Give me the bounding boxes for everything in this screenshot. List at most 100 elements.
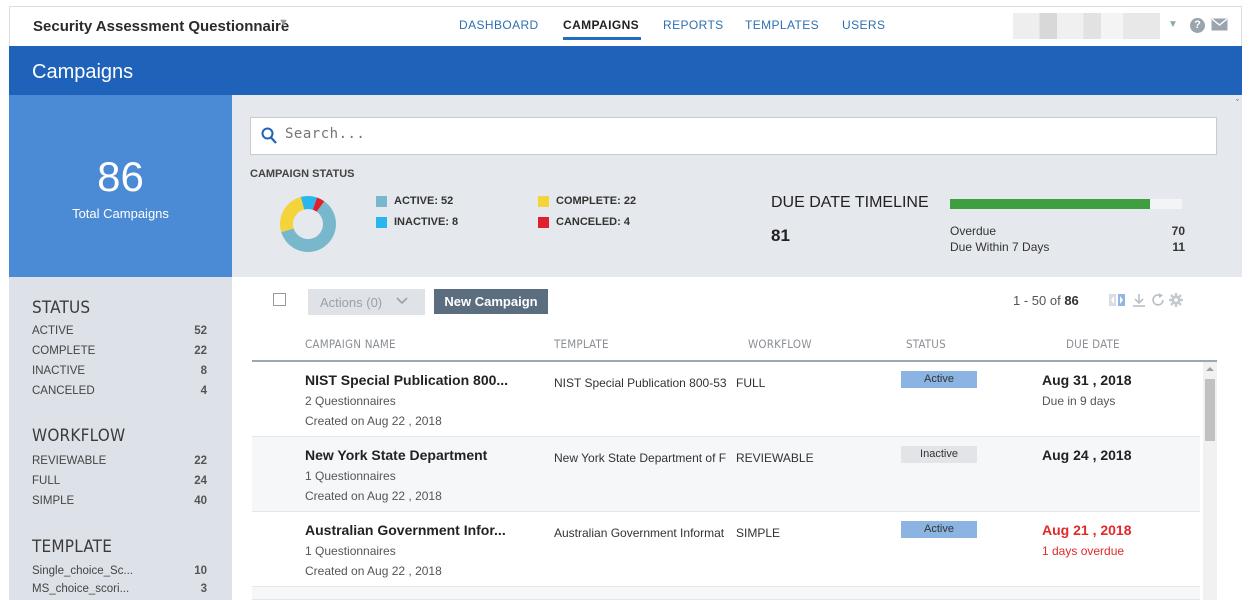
app-switcher-caret-icon[interactable]: ▼ [278,17,289,29]
legend-label: COMPLETE: 22 [556,195,637,207]
app-title[interactable]: Security Assessment Questionnaire [33,18,289,35]
facet-label: FULL [32,475,61,487]
settings-icon[interactable] [1168,292,1184,308]
page-scroll-caret-icon[interactable]: ˇ [1236,98,1239,108]
scrollbar-thumb[interactable] [1205,379,1215,441]
col-header-template[interactable]: TEMPLATE [554,337,609,351]
due7-row: Due Within 7 Days 11 [950,240,1185,254]
facet-item-reviewable[interactable]: REVIEWABLE 22 [32,455,207,467]
workflow-cell: REVIEWABLE [736,451,814,465]
campaign-status-donut [280,196,336,252]
user-menu[interactable] [1013,13,1160,39]
due-date-progress [950,199,1182,209]
facet-count: 3 [200,583,207,595]
search-icon [261,127,277,144]
facet-title-template: TEMPLATE [32,537,113,557]
facet-label: ACTIVE [32,325,74,337]
table-row[interactable]: New York State Department 1 Questionnair… [252,437,1200,512]
pagination-info: 1 - 50 of 86 [1013,293,1079,308]
facet-item-complete[interactable]: COMPLETE 22 [32,345,207,357]
nav-users[interactable]: USERS [842,18,885,32]
nav-reports[interactable]: REPORTS [663,18,724,32]
facet-item-template[interactable]: MS_choice_scori... 3 [32,583,207,595]
chevron-down-icon [396,297,408,305]
workflow-cell: SIMPLE [736,526,781,540]
campaign-name[interactable]: New York State Department [305,447,487,463]
template-cell: NIST Special Publication 800-53 [554,376,727,390]
created-date: Created on Aug 22 , 2018 [305,489,442,503]
status-badge: Inactive [901,446,977,463]
facet-item-template[interactable]: Single_choice_Sc... 10 [32,565,207,577]
col-header-campaign-name[interactable]: CAMPAIGN NAME [305,337,396,351]
refresh-icon[interactable] [1150,292,1166,308]
table-row[interactable] [252,587,1200,600]
campaign-name[interactable]: NIST Special Publication 800... [305,372,508,388]
facet-label: MS_choice_scori... [32,583,130,595]
status-badge: Active [901,521,977,538]
due-note: 1 days overdue [1042,544,1125,558]
legend-swatch [538,196,549,207]
due-date-progress-fill [950,199,1150,209]
due-note: Due in 9 days [1042,394,1116,408]
facet-count: 52 [194,325,207,337]
template-cell: Australian Government Informat [554,526,725,540]
actions-dropdown[interactable]: Actions (0) [308,289,425,315]
table-row[interactable]: NIST Special Publication 800... 2 Questi… [252,362,1200,437]
nav-dashboard[interactable]: DASHBOARD [459,18,539,32]
summary-panel: CAMPAIGN STATUS ACTIVE: 52 INACTIVE: 8 C… [232,95,1242,277]
col-header-status[interactable]: STATUS [906,337,946,351]
facet-count: 10 [194,565,207,577]
facet-title-status: STATUS [32,298,91,318]
created-date: Created on Aug 22 , 2018 [305,564,442,578]
donut-slice [280,196,305,233]
legend-label: ACTIVE: 52 [394,195,454,207]
facet-label: COMPLETE [32,345,96,357]
total-campaigns-label: Total Campaigns [72,206,169,221]
new-campaign-button[interactable]: New Campaign [434,289,548,314]
facet-title-workflow: WORKFLOW [32,426,126,446]
col-header-workflow[interactable]: WORKFLOW [748,337,812,351]
questionnaire-count: 1 Questionnaires [305,469,396,483]
legend-swatch [538,217,549,228]
page-nav-icon[interactable] [1109,292,1125,308]
legend-swatch [376,217,387,228]
legend-label: CANCELED: 4 [556,216,630,228]
due7-count: 11 [1172,240,1185,254]
scroll-up-icon[interactable] [1206,365,1214,373]
search-box[interactable] [250,117,1217,155]
facet-item-inactive[interactable]: INACTIVE 8 [32,365,207,377]
due-date: Aug 21 , 2018 [1042,522,1132,538]
facet-label: REVIEWABLE [32,455,107,467]
facet-item-canceled[interactable]: CANCELED 4 [32,385,207,397]
facet-count: 40 [194,495,207,507]
facet-label: SIMPLE [32,495,75,507]
overdue-count: 70 [1171,224,1185,238]
overdue-row: Overdue 70 [950,224,1185,238]
facet-item-active[interactable]: ACTIVE 52 [32,325,207,337]
help-icon[interactable]: ? [1190,18,1205,33]
status-badge: Active [901,371,977,388]
actions-label: Actions (0) [320,294,383,310]
facet-label: Single_choice_Sc... [32,565,134,577]
facet-item-simple[interactable]: SIMPLE 40 [32,495,207,507]
page-header: Campaigns [9,46,1242,95]
user-menu-caret-icon[interactable]: ▼ [1168,19,1178,30]
select-all-checkbox[interactable] [273,293,286,306]
nav-campaigns[interactable]: CAMPAIGNS [563,18,639,32]
campaign-name[interactable]: Australian Government Infor... [305,522,506,538]
mail-icon[interactable] [1211,18,1228,31]
table-scrollbar[interactable] [1203,362,1217,600]
pagination-range: 1 - 50 of [1013,293,1061,308]
col-header-due-date[interactable]: DUE DATE [1066,337,1120,351]
due7-label: Due Within 7 Days [950,240,1050,254]
facet-label: INACTIVE [32,365,86,377]
filter-sidebar: 86 Total Campaigns STATUS ACTIVE 52 COMPL… [9,95,232,600]
download-icon[interactable] [1131,292,1147,308]
facet-item-full[interactable]: FULL 24 [32,475,207,487]
facet-count: 4 [200,385,207,397]
legend-complete: COMPLETE: 22 [538,195,637,207]
due-date: Aug 31 , 2018 [1042,372,1132,388]
nav-templates[interactable]: TEMPLATES [745,18,819,32]
search-input[interactable] [285,126,1185,142]
table-row[interactable]: Australian Government Infor... 1 Questio… [252,512,1200,587]
